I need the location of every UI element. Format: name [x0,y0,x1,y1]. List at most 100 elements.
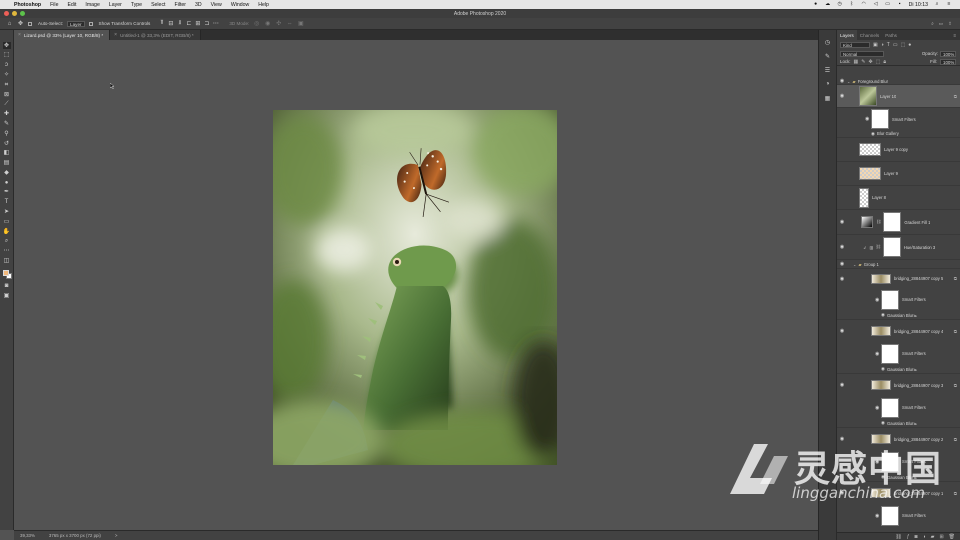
zoom-level[interactable]: 39,33% [20,533,35,538]
filter-item-row[interactable]: ◉ Gaussian Blur ≒ [837,311,960,320]
visibility-eye-icon[interactable]: ◉ [881,420,885,426]
layer-row[interactable]: ◉ ⛓︎ Gradient Fill 1 [837,210,960,235]
visibility-eye-icon[interactable]: ◉ [865,116,869,122]
quick-mask-icon[interactable]: ◙ [3,282,11,289]
tab-lizard[interactable]: × Lizard.psd @ 33% (Layer 10, RGB/8) * [14,30,111,40]
auto-select-checkbox[interactable] [28,21,32,26]
filter-smart-icon[interactable]: ⬚ [901,42,906,48]
visibility-eye-icon[interactable]: ◉ [871,131,875,137]
3d-roll-icon[interactable]: ◉ [264,20,271,27]
notification-icon[interactable]: ≡ [946,2,952,7]
layer-row[interactable]: Layer 9 [837,162,960,186]
libraries-panel-icon[interactable]: ▦ [824,94,832,102]
chevron-down-icon[interactable]: ⌄ [847,79,851,84]
show-transform-checkbox[interactable] [88,21,93,26]
filter-pixel-icon[interactable]: ▣ [873,42,878,48]
menu-window[interactable]: Window [231,2,249,8]
filter-options-icon[interactable]: ≒ [913,367,917,372]
visibility-eye-icon[interactable]: ◉ [839,78,845,84]
tab-paths[interactable]: Paths [882,30,900,40]
align-center-icon[interactable]: ⊞ [194,20,201,27]
flag-icon[interactable]: ▪ [897,2,903,7]
link-icon[interactable]: ⛓︎ [875,244,880,250]
lock-pixels-icon[interactable]: ▦ [854,59,859,65]
visibility-eye-icon[interactable]: ◉ [839,382,845,388]
document-canvas-image[interactable] [273,110,557,465]
tab-untitled[interactable]: × Untitled-1 @ 33,3% (EDIT, RGB/8) * [110,30,201,40]
status-arrow[interactable]: > [115,533,118,538]
healing-brush-tool-icon[interactable]: ✚ [3,110,11,117]
filter-toggle-icon[interactable]: ● [908,42,911,48]
move-tool-icon[interactable]: ✥ [2,42,11,50]
properties-panel-icon[interactable]: ☰ [824,66,832,74]
visibility-eye-icon[interactable]: ◉ [875,351,879,357]
filter-adjust-icon[interactable]: ◑ [881,42,884,48]
align-right-icon[interactable]: ⊐ [203,20,210,27]
menu-3d[interactable]: 3D [195,2,202,8]
smart-filters-row[interactable]: ◉ Smart Filters [837,108,960,130]
cloud-icon[interactable]: ☁ [825,2,831,7]
bluetooth-icon[interactable]: ᛒ [849,2,855,7]
visibility-eye-icon[interactable]: ◉ [839,219,845,225]
menu-select[interactable]: Select [151,2,165,8]
visibility-eye-icon[interactable]: ◉ [839,328,845,334]
smart-filters-row[interactable]: ◉ Smart Filters [837,288,960,311]
align-left-icon[interactable]: ⊏ [185,20,192,27]
home-icon[interactable]: ⌂ [6,20,13,27]
spotlight-icon[interactable]: ⌕ [934,2,940,7]
filter-item-row[interactable]: ◉ Gaussian Blur ≒ [837,419,960,428]
menu-help[interactable]: Help [258,2,269,8]
layer-row[interactable]: ◉ ↲ ▥ ⛓︎ Hue/Saturation 3 [837,235,960,260]
default-colors-icon[interactable]: ◫ [3,257,11,264]
menu-edit[interactable]: Edit [67,2,76,8]
panel-menu-icon[interactable]: ≡ [953,30,960,40]
search-icon[interactable]: ⌕ [931,21,934,27]
menu-app-photoshop[interactable]: Photoshop [14,2,41,8]
3d-slide-icon[interactable]: ⇔ [286,20,293,27]
visibility-eye-icon[interactable]: ◉ [875,297,879,303]
menubar-clock[interactable]: Di 10:13 [909,2,928,8]
opacity-input[interactable]: 100% [940,50,956,57]
3d-pan-icon[interactable]: ✣ [275,20,282,27]
document-size[interactable]: 3765 px x 3700 px (72 ppi) [49,533,101,538]
history-brush-tool-icon[interactable]: ↺ [3,140,11,147]
menu-type[interactable]: Type [131,2,142,8]
lasso-tool-icon[interactable]: ↄ [3,62,11,69]
lock-paint-icon[interactable]: ✎ [861,59,865,65]
frame-tool-icon[interactable]: ⊠ [3,91,11,98]
add-mask-icon[interactable]: ◙ [915,534,918,540]
zoom-tool-icon[interactable]: ⌕ [3,238,11,245]
magic-wand-tool-icon[interactable]: ✧ [3,71,11,78]
adjustments-panel-icon[interactable]: ◑ [824,80,832,88]
close-tab-icon[interactable]: × [18,32,21,38]
visibility-eye-icon[interactable]: ◉ [875,405,879,411]
chevron-down-icon[interactable]: ⌄ [853,262,857,267]
layer-row[interactable]: ◉ bridging_28844907 copy 4 ⧉ [837,320,960,342]
share-icon[interactable]: ⇪ [948,21,952,27]
eraser-tool-icon[interactable]: ◧ [3,150,11,157]
visibility-eye-icon[interactable]: ◉ [881,366,885,372]
brush-tool-icon[interactable]: ✎ [3,120,11,127]
layer-row[interactable]: ◉ bridging_28844907 copy 5 ⧉ [837,269,960,288]
fill-input[interactable]: 100% [940,58,956,65]
layer-row-group[interactable]: ◉ ⌄ ▰ Group 1 [837,260,960,269]
filter-options-icon[interactable]: ≒ [913,421,917,426]
clone-stamp-tool-icon[interactable]: ⚲ [3,130,11,137]
volume-icon[interactable]: ◁ [873,2,879,7]
eyedropper-tool-icon[interactable]: ⟋ [3,101,11,108]
wifi-icon[interactable]: ◠ [861,2,867,7]
rectangle-tool-icon[interactable]: ▭ [3,218,11,225]
battery-icon[interactable]: ▭ [885,2,891,7]
move-tool-preset-icon[interactable]: ✥ [17,20,24,27]
visibility-eye-icon[interactable]: ◉ [881,312,885,318]
visibility-eye-icon[interactable]: ◉ [839,276,845,282]
visibility-eye-icon[interactable]: ◉ [839,261,845,267]
auto-select-dropdown[interactable]: Layer [67,20,85,27]
lock-all-icon[interactable]: 🔒︎ [883,59,886,65]
distribute-icon[interactable]: ⋯ [212,20,219,27]
blend-mode-select[interactable]: Normal [840,50,884,57]
screen-mode-icon[interactable]: ▣ [3,292,11,299]
history-panel-icon[interactable]: ◷ [824,38,832,46]
layer-row[interactable]: Layer 9 copy [837,138,960,162]
align-bottom-icon[interactable]: ⫫ [176,20,183,27]
